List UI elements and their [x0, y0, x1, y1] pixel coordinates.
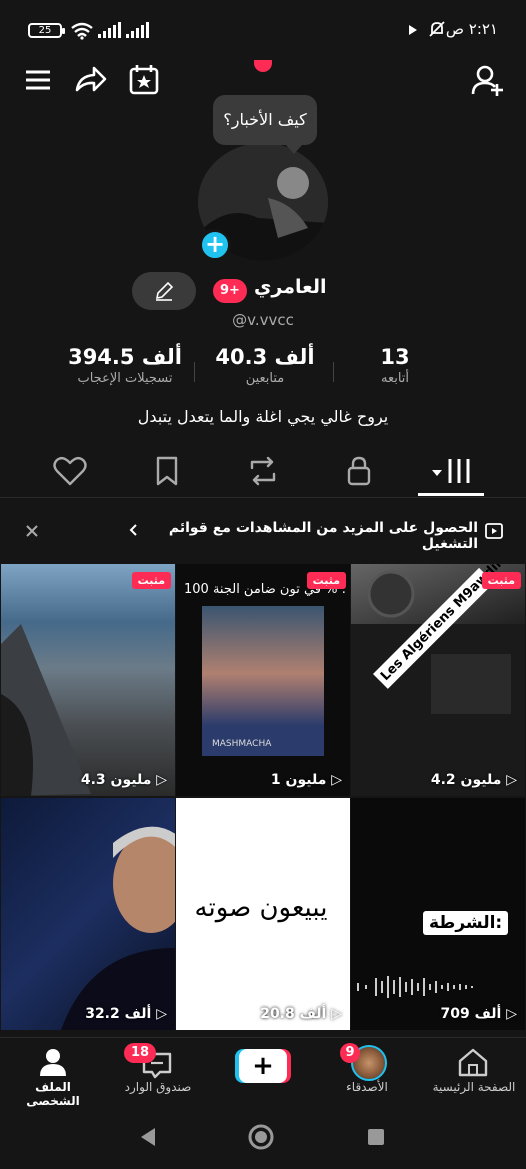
mute-bell-icon	[429, 21, 445, 37]
stat-followers[interactable]: 40.3 ألف متابعين	[205, 345, 325, 386]
view-count: 1 مليون ▷	[270, 772, 342, 788]
profile-icon[interactable]	[38, 1047, 68, 1077]
video-thumbnail[interactable]: مثبت 4.3 مليون ▷	[1, 564, 175, 796]
status-bar: 25 ٢:٢١ ص	[0, 0, 526, 58]
car-interior-image	[351, 570, 525, 796]
view-count: 32.2 ألف ▷	[85, 1006, 167, 1022]
share-icon[interactable]	[72, 62, 108, 98]
home-icon[interactable]	[456, 1046, 490, 1078]
signal-icon	[98, 22, 121, 38]
following-label: أتابعه	[380, 371, 410, 386]
add-story-icon[interactable]: +	[199, 229, 231, 261]
system-navigation	[0, 1107, 526, 1169]
create-plus: +	[239, 1049, 287, 1083]
clock: ٢:٢١ ص	[445, 20, 498, 38]
close-icon[interactable]	[24, 523, 40, 539]
profile-bio: يروح غالي يجي اغلة والما يتعدل يتبدل	[137, 407, 389, 426]
tab-divider	[0, 497, 526, 498]
notification-badge: 9+	[213, 279, 247, 303]
video-overlay-text: يبيعون صوته	[194, 893, 328, 923]
tab-liked-heart-icon[interactable]	[50, 453, 90, 489]
pinned-badge: مثبت	[131, 572, 171, 589]
profile-handle: @v.vvcc	[232, 311, 294, 329]
view-count: 4.3 مليون ▷	[80, 772, 167, 788]
pencil-icon	[155, 281, 174, 301]
followers-count: 40.3 ألف	[215, 345, 315, 369]
harbor-image	[1, 624, 91, 796]
active-tab-indicator	[418, 493, 484, 496]
video-watermark: MASHMACHA	[212, 739, 272, 749]
inbox-badge: 18	[124, 1043, 156, 1063]
status-bubble[interactable]: كيف الأخبار؟	[213, 95, 317, 154]
video-thumbnail[interactable]: الشرطة: 709 ألف ▷	[351, 798, 525, 1030]
video-thumbnail[interactable]: Les Algériens M9awdin🤣 مثبت 4.2 مليون ▷	[351, 564, 525, 796]
man-photo	[61, 826, 175, 1030]
video-thumbnail[interactable]: في تون ضامن الجنة 100 % : MASHMACHA مثبت…	[176, 564, 350, 796]
playlist-promo[interactable]: الحصول على المزيد من المشاهدات مع قوائم …	[0, 517, 526, 552]
tab-favorites-bookmark-icon[interactable]	[147, 453, 187, 489]
view-count: 709 ألف ▷	[440, 1006, 517, 1022]
add-friend-icon[interactable]	[470, 62, 506, 98]
stat-likes[interactable]: 394.5 ألف تسجيلات الإعجاب	[60, 345, 190, 386]
friends-badge: 9	[340, 1043, 360, 1063]
live-indicator	[254, 60, 272, 72]
stat-divider	[333, 362, 334, 382]
menu-icon[interactable]	[20, 62, 56, 98]
stat-divider	[194, 362, 195, 382]
nav-inbox-label[interactable]: صندوق الوارد	[112, 1080, 204, 1094]
promo-text: الحصول على المزيد من المشاهدات مع قوائم …	[168, 520, 478, 552]
likes-label: تسجيلات الإعجاب	[77, 371, 173, 386]
video-overlay-text: الشرطة:	[423, 911, 509, 935]
wifi-icon	[71, 22, 93, 40]
signal-icon-2	[126, 22, 149, 38]
chevron-left-icon	[129, 524, 137, 536]
view-count: 4.2 مليون ▷	[430, 772, 517, 788]
pinned-badge: مثبت	[306, 572, 346, 589]
battery-icon: 25	[28, 23, 65, 38]
pinned-badge: مثبت	[481, 572, 521, 589]
tab-videos-grid-icon[interactable]	[430, 453, 470, 489]
view-count: 20.8 ألف ▷	[260, 1006, 342, 1022]
boy-photo	[202, 606, 324, 756]
playlist-icon	[485, 523, 503, 539]
following-count: 13	[380, 345, 410, 369]
audio-waveform	[357, 976, 473, 998]
nav-home-label[interactable]: الصفحة الرئيسية	[424, 1080, 524, 1094]
recents-icon[interactable]	[366, 1127, 386, 1147]
followers-label: متابعين	[245, 371, 285, 386]
tab-private-lock-icon[interactable]	[339, 453, 379, 489]
likes-count: 394.5 ألف	[68, 345, 182, 369]
video-thumbnail[interactable]: يبيعون صوته 20.8 ألف ▷	[176, 798, 350, 1030]
stat-following[interactable]: 13 أتابعه	[345, 345, 445, 386]
home-circle-icon[interactable]	[247, 1123, 275, 1151]
tab-reposts-icon[interactable]	[243, 453, 283, 489]
calendar-star-icon[interactable]	[126, 62, 162, 98]
edit-profile-button[interactable]	[132, 272, 196, 310]
profile-name: العامري	[254, 276, 327, 298]
play-store-icon	[409, 25, 417, 35]
nav-friends-label[interactable]: الأصدقاء	[322, 1080, 412, 1094]
video-thumbnail[interactable]: 32.2 ألف ▷	[1, 798, 175, 1030]
nav-profile-label[interactable]: الملف الشخصي	[8, 1080, 98, 1108]
back-icon[interactable]	[137, 1126, 159, 1148]
create-button[interactable]: +	[235, 1049, 291, 1083]
